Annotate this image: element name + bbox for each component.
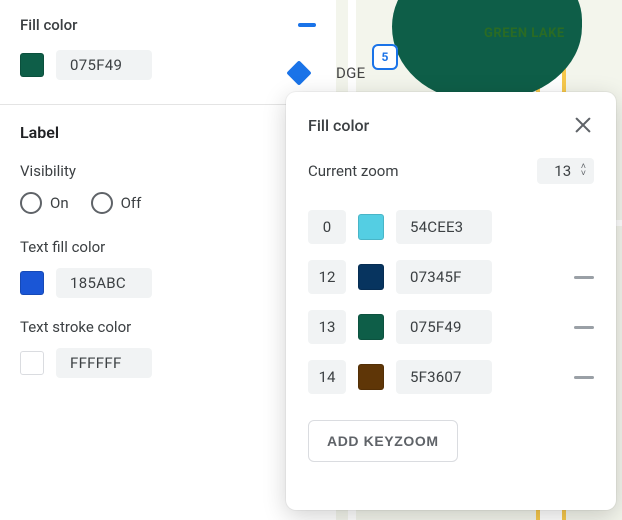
fill-color-popover: Fill color Current zoom 13 ˄ ˅ ADD KEYZO…: [286, 92, 616, 510]
zoom-stop-hex-input[interactable]: [396, 310, 492, 344]
text-stroke-hex-input[interactable]: [56, 348, 152, 378]
current-zoom-stepper[interactable]: 13 ˄ ˅: [537, 158, 594, 184]
zoom-stop-hex-input[interactable]: [396, 360, 492, 394]
fill-color-label: Fill color: [20, 16, 77, 34]
add-keyzoom-button[interactable]: ADD KEYZOOM: [308, 420, 458, 462]
visibility-on-option[interactable]: On: [20, 192, 69, 214]
zoom-stop-hex-input[interactable]: [396, 260, 492, 294]
close-icon[interactable]: [572, 114, 594, 136]
map-label-green-lake: GREEN LAKE: [484, 26, 565, 41]
text-fill-swatch[interactable]: [20, 271, 44, 295]
fill-color-swatch[interactable]: [20, 53, 44, 77]
visibility-off-option[interactable]: Off: [91, 192, 142, 214]
current-zoom-label: Current zoom: [308, 162, 399, 180]
zoom-stop-swatch[interactable]: [358, 314, 384, 340]
text-stroke-swatch[interactable]: [20, 351, 44, 375]
remove-stop-button[interactable]: [504, 276, 594, 279]
zoom-stop-hex-input[interactable]: [396, 210, 492, 244]
remove-stop-button[interactable]: [504, 326, 594, 329]
zoom-stop-zoom-input[interactable]: [308, 360, 346, 394]
zoom-stop-swatch[interactable]: [358, 264, 384, 290]
zoom-stop-zoom-input[interactable]: [308, 310, 346, 344]
zoom-stop-row: [308, 360, 594, 394]
fill-color-row: [20, 50, 316, 80]
current-zoom-value: 13: [551, 162, 575, 180]
remove-stop-button[interactable]: [504, 376, 594, 379]
visibility-on-label: On: [50, 194, 69, 212]
interstate-shield-icon: 5: [372, 44, 398, 70]
visibility-off-label: Off: [121, 194, 142, 212]
zoom-stop-row: [308, 310, 594, 344]
map-label-dge: DGE: [336, 64, 366, 82]
zoom-stop-zoom-input[interactable]: [308, 260, 346, 294]
radio-icon: [91, 192, 113, 214]
popover-title: Fill color: [308, 116, 369, 135]
fill-color-hex-input[interactable]: [56, 50, 152, 80]
zoom-stop-list: [308, 210, 594, 394]
zoom-stop-swatch[interactable]: [358, 364, 384, 390]
stepper-arrows-icon[interactable]: ˄ ˅: [581, 164, 586, 178]
chevron-down-icon[interactable]: ˅: [581, 171, 586, 178]
text-fill-hex-input[interactable]: [56, 268, 152, 298]
minus-icon: [574, 376, 594, 379]
zoom-stop-row: [308, 210, 594, 244]
fill-color-header: Fill color: [20, 16, 316, 34]
radio-icon: [20, 192, 42, 214]
visibility-label: Visibility: [20, 162, 316, 180]
minus-icon: [574, 276, 594, 279]
zoom-stop-zoom-input[interactable]: [308, 210, 346, 244]
text-stroke-label: Text stroke color: [20, 318, 316, 336]
zoom-stop-row: [308, 260, 594, 294]
label-section-title: Label: [20, 123, 316, 142]
text-fill-row: [20, 268, 316, 298]
minus-icon: [574, 326, 594, 329]
zoom-stop-swatch[interactable]: [358, 214, 384, 240]
collapse-icon[interactable]: [298, 23, 316, 27]
visibility-radio-group: On Off: [20, 192, 316, 214]
text-fill-label: Text fill color: [20, 238, 316, 256]
text-stroke-row: [20, 348, 316, 378]
